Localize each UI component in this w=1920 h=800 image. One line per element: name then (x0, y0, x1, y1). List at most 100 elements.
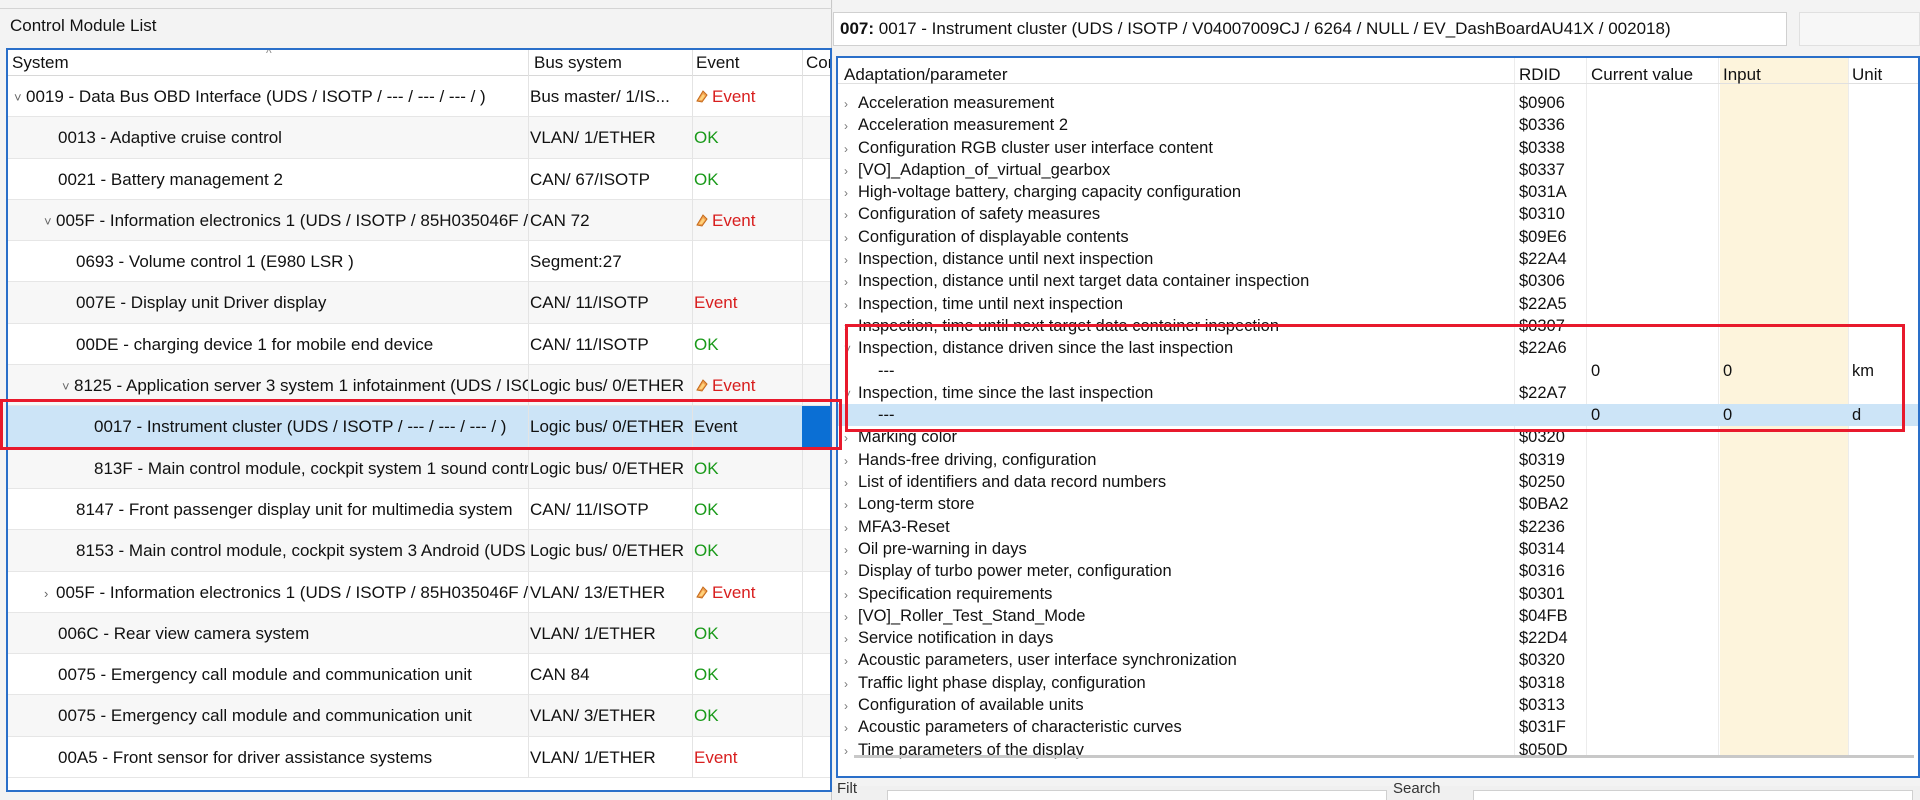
input-value-cell[interactable] (1723, 181, 1843, 203)
table-row[interactable]: 006C - Rear view camera system VLAN/ 1/ET… (8, 612, 830, 655)
input-value-cell[interactable] (1723, 248, 1843, 270)
chevron-right-icon[interactable]: › (844, 271, 858, 292)
column-header-parameter[interactable]: Adaptation/parameter (844, 65, 1008, 85)
parameter-row[interactable]: › Display of turbo power meter, configura… (838, 560, 1918, 582)
input-value-cell[interactable] (1723, 270, 1843, 292)
chevron-right-icon[interactable]: › (844, 182, 858, 203)
chevron-right-icon[interactable]: › (844, 494, 858, 515)
parameter-row[interactable]: ˅ Inspection, distance driven since the l… (838, 337, 1918, 359)
table-row[interactable]: ˅ 8125 - Application server 3 system 1 in… (8, 365, 830, 407)
input-value-cell[interactable] (1723, 315, 1843, 337)
input-value-cell[interactable] (1723, 293, 1843, 315)
column-header-com[interactable]: Com (806, 53, 830, 73)
chevron-right-icon[interactable]: › (844, 517, 858, 538)
input-value-cell[interactable] (1723, 605, 1843, 627)
column-divider[interactable] (802, 50, 803, 76)
parameter-row[interactable]: › Acceleration measurement $0906 (838, 92, 1918, 114)
parameter-row[interactable]: › Configuration of available units $0313 (838, 694, 1918, 716)
column-header-event[interactable]: Event (696, 53, 739, 73)
table-row[interactable]: 0075 - Emergency call module and communi… (8, 654, 830, 696)
table-row[interactable]: 0017 - Instrument cluster (UDS / ISOTP /… (8, 406, 830, 448)
chevron-down-icon[interactable]: ˅ (14, 77, 26, 117)
parameter-row[interactable]: › [VO]_Roller_Test_Stand_Mode $04FB (838, 605, 1918, 627)
chevron-right-icon[interactable]: › (844, 628, 858, 649)
input-value-cell[interactable] (1723, 694, 1843, 716)
chevron-right-icon[interactable]: › (844, 138, 858, 159)
input-value-cell[interactable] (1723, 560, 1843, 582)
input-value-cell[interactable] (1723, 672, 1843, 694)
parameter-row[interactable]: › Configuration RGB cluster user interfac… (838, 137, 1918, 159)
input-value-cell[interactable]: 0 (1723, 404, 1843, 426)
parameter-row[interactable]: › Acoustic parameters of characteristic c… (838, 716, 1918, 738)
parameter-row[interactable]: › List of identifiers and data record num… (838, 471, 1918, 493)
input-value-cell[interactable] (1723, 716, 1843, 738)
table-row[interactable]: 0693 - Volume control 1 (E980 LSR ) Segme… (8, 241, 830, 283)
parameter-row[interactable]: › Oil pre-warning in days $0314 (838, 538, 1918, 560)
parameter-row[interactable]: › High-voltage battery, charging capacity… (838, 181, 1918, 203)
chevron-down-icon[interactable]: ˅ (44, 201, 56, 241)
table-row[interactable]: ˅ 0019 - Data Bus OBD Interface (UDS / IS… (8, 76, 830, 118)
chevron-right-icon[interactable]: › (844, 160, 858, 181)
chevron-right-icon[interactable]: › (844, 673, 858, 694)
chevron-down-icon[interactable]: ˅ (844, 383, 858, 404)
parameter-value-row[interactable]: --- 0 0 d (838, 404, 1918, 427)
parameter-row[interactable]: › [VO]_Adaption_of_virtual_gearbox $0337 (838, 159, 1918, 181)
horizontal-scrollbar[interactable] (854, 755, 1914, 758)
chevron-right-icon[interactable]: › (844, 249, 858, 270)
table-row[interactable]: 00DE - charging device 1 for mobile end … (8, 323, 830, 366)
input-value-cell[interactable] (1723, 337, 1843, 359)
chevron-right-icon[interactable]: › (844, 316, 858, 337)
chevron-right-icon[interactable]: › (844, 650, 858, 671)
parameter-row[interactable]: › Long-term store $0BA2 (838, 493, 1918, 515)
input-value-cell[interactable] (1723, 471, 1843, 493)
column-header-current-value[interactable]: Current value (1591, 65, 1693, 85)
input-value-cell[interactable] (1723, 382, 1843, 404)
column-header-input[interactable]: Input (1723, 65, 1761, 85)
input-value-cell[interactable] (1723, 583, 1843, 605)
column-divider[interactable] (692, 50, 693, 76)
parameter-value-row[interactable]: --- 0 0 km (838, 360, 1918, 382)
table-row[interactable]: 8147 - Front passenger display unit for … (8, 488, 830, 531)
input-value-cell[interactable] (1723, 226, 1843, 248)
parameter-row[interactable]: › Acoustic parameters, user interface syn… (838, 649, 1918, 671)
chevron-right-icon[interactable]: › (844, 115, 858, 136)
parameter-row[interactable]: ˅ Inspection, time since the last inspect… (838, 382, 1918, 404)
filter-input[interactable] (887, 790, 1387, 800)
chevron-right-icon[interactable]: › (844, 606, 858, 627)
table-row[interactable]: › 005F - Information electronics 1 (UDS /… (8, 571, 830, 613)
table-row[interactable]: ˅ 005F - Information electronics 1 (UDS /… (8, 199, 830, 242)
chevron-right-icon[interactable]: › (844, 204, 858, 225)
parameter-row[interactable]: › Acceleration measurement 2 $0336 (838, 114, 1918, 136)
column-header-rdid[interactable]: RDID (1519, 65, 1561, 85)
input-value-cell[interactable]: 0 (1723, 360, 1843, 382)
column-header-unit[interactable]: Unit (1852, 65, 1882, 85)
parameter-row[interactable]: › Configuration of safety measures $0310 (838, 203, 1918, 225)
table-row[interactable]: 813F - Main control module, cockpit syst… (8, 447, 830, 489)
chevron-right-icon[interactable]: › (844, 450, 858, 471)
input-value-cell[interactable] (1723, 92, 1843, 114)
parameter-row[interactable]: › Inspection, distance until next inspect… (838, 248, 1918, 270)
chevron-right-icon[interactable]: › (844, 472, 858, 493)
input-value-cell[interactable] (1723, 627, 1843, 649)
search-input[interactable] (1473, 790, 1913, 800)
column-header-system[interactable]: System (12, 53, 69, 73)
parameter-row[interactable]: › Inspection, time until next inspection $… (838, 293, 1918, 315)
input-value-cell[interactable] (1723, 114, 1843, 136)
parameter-row[interactable]: › Inspection, distance until next target … (838, 270, 1918, 292)
input-value-cell[interactable] (1723, 493, 1843, 515)
chevron-right-icon[interactable]: › (844, 93, 858, 114)
input-value-cell[interactable] (1723, 649, 1843, 671)
input-value-cell[interactable] (1723, 538, 1843, 560)
table-row[interactable]: 8153 - Main control module, cockpit syst… (8, 530, 830, 572)
chevron-down-icon[interactable]: ˅ (62, 366, 74, 406)
column-header-bus[interactable]: Bus system (534, 53, 622, 73)
chevron-right-icon[interactable]: › (44, 573, 56, 613)
table-row[interactable]: 0075 - Emergency call module and communi… (8, 695, 830, 737)
table-row[interactable]: 007E - Display unit Driver display CAN/ 1… (8, 282, 830, 324)
input-value-cell[interactable] (1723, 137, 1843, 159)
table-row[interactable]: 0021 - Battery management 2 CAN/ 67/ISOTP… (8, 158, 830, 200)
chevron-right-icon[interactable]: › (844, 294, 858, 315)
table-row[interactable]: 0013 - Adaptive cruise control VLAN/ 1/ET… (8, 117, 830, 159)
parameter-row[interactable]: › MFA3-Reset $2236 (838, 516, 1918, 538)
chevron-right-icon[interactable]: › (844, 695, 858, 716)
